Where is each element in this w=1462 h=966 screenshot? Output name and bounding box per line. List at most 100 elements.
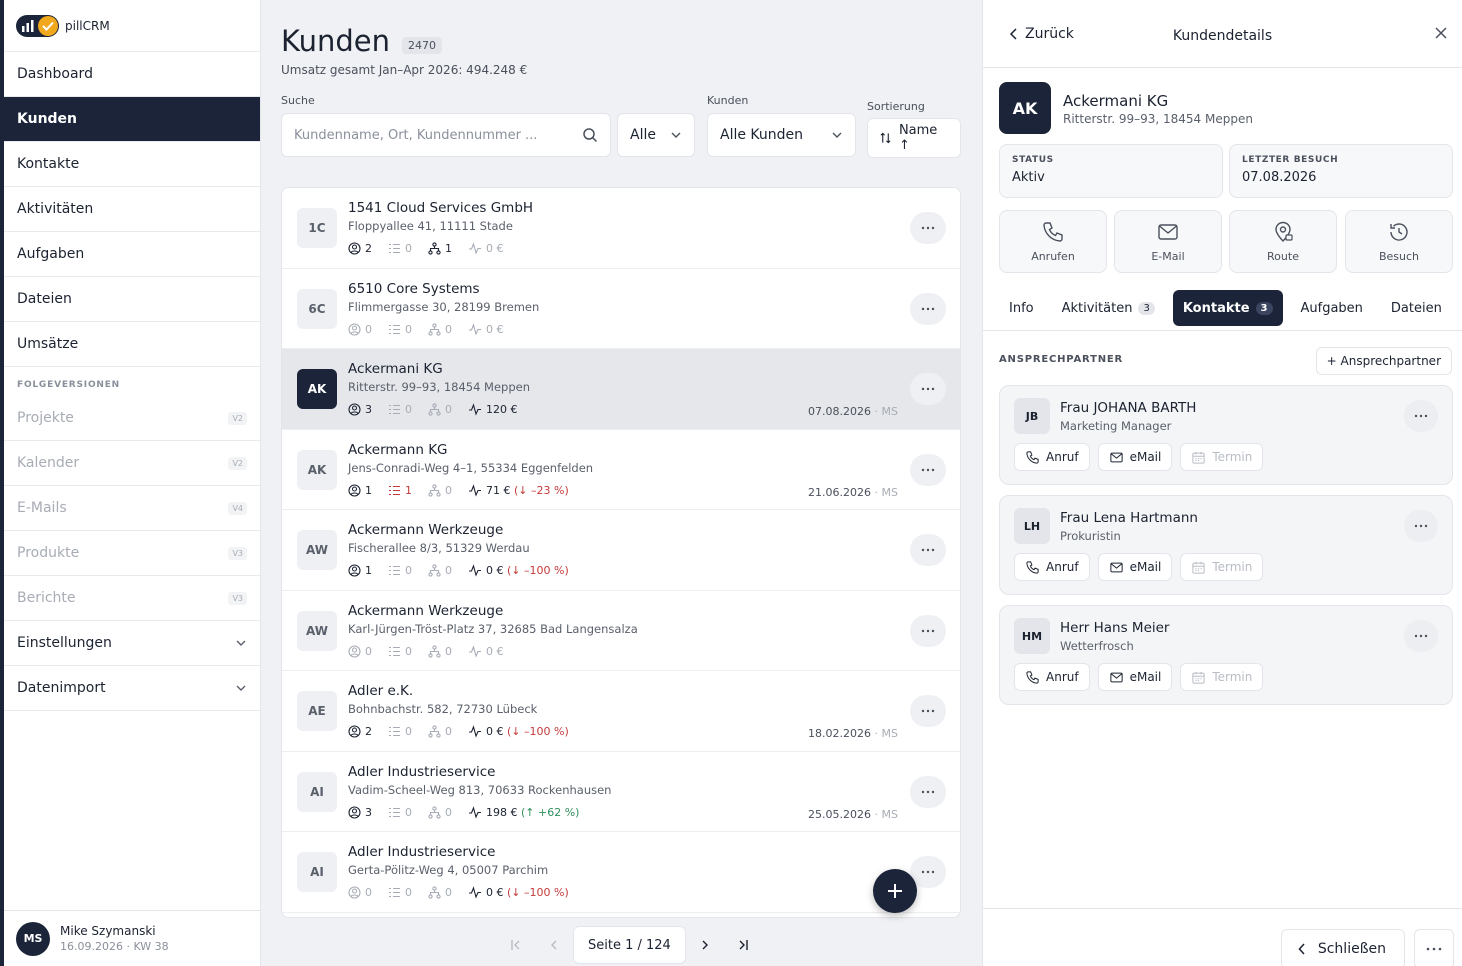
customer-row[interactable]: AI Adler Industrieservice Gerta-Pölitz-W…: [282, 832, 960, 913]
customer-row[interactable]: AW Ackermann Werkzeuge Fischerallee 8/3,…: [282, 510, 960, 591]
revenue-value: 198 €: [486, 805, 518, 819]
nav-item-produkte: Produkte V3: [4, 531, 260, 576]
branches-stat: 0: [428, 564, 452, 577]
search-input[interactable]: [294, 127, 564, 143]
customer-stats: 3 0 0 120 €: [348, 403, 534, 416]
customer-row[interactable]: AE Adler e.K. Bohnbachstr. 582, 72730 Lü…: [282, 671, 960, 752]
contacts-stat: 2: [348, 242, 372, 255]
user-profile[interactable]: MS Mike Szymanski 16.09.2026 · KW 38: [4, 910, 260, 966]
revenue-value: 0 €: [486, 242, 504, 255]
contact-call-button[interactable]: Anruf: [1014, 443, 1090, 471]
prev-page-button[interactable]: [535, 926, 573, 964]
status-box: STATUS Aktiv: [999, 144, 1223, 198]
customer-row[interactable]: AK Ackermann KG Jens-Conradi-Weg 4–1, 55…: [282, 429, 960, 510]
contact-call-button[interactable]: Anruf: [1014, 553, 1090, 581]
nav-item-einstellungen[interactable]: Einstellungen: [4, 621, 260, 666]
row-more-button[interactable]: [910, 212, 946, 244]
row-more-button[interactable]: [910, 453, 946, 486]
revenue-change: (↓ –100 %): [507, 886, 569, 899]
route-action-button[interactable]: Route: [1229, 210, 1337, 273]
stat-value: 0: [405, 805, 412, 819]
nav-item-umsaetze[interactable]: Umsätze: [4, 322, 260, 367]
contacts-icon: [348, 242, 361, 255]
nav-item-aktivitaeten[interactable]: Aktivitäten: [4, 187, 260, 232]
more-icon: [1414, 414, 1428, 418]
customer-row[interactable]: AW Ackermann Werkzeuge Karl-Jürgen-Tröst…: [282, 590, 960, 671]
first-page-button[interactable]: [497, 926, 535, 964]
search-icon[interactable]: [582, 127, 598, 143]
contact-name: Frau JOHANA BARTH: [1060, 400, 1197, 416]
nav-item-dashboard[interactable]: Dashboard: [4, 52, 260, 97]
page-indicator: Seite 1 / 124: [573, 926, 686, 964]
tab-aktivitaeten[interactable]: Aktivitäten 3: [1052, 290, 1165, 326]
visit-action-button[interactable]: Besuch: [1345, 210, 1453, 273]
stat-value: 0: [445, 886, 452, 899]
customer-row[interactable]: 1C 1541 Cloud Services GmbH Floppyallee …: [282, 188, 960, 269]
contact-meeting-button[interactable]: Termin: [1180, 443, 1264, 471]
branches-icon: [428, 886, 441, 899]
nav-item-datenimport[interactable]: Datenimport: [4, 666, 260, 711]
nav-item-kalender: Kalender V2: [4, 441, 260, 486]
close-panel-button[interactable]: [1434, 26, 1448, 40]
tab-info[interactable]: Info: [999, 290, 1044, 326]
stat-value: 0: [365, 886, 372, 899]
row-more-button[interactable]: [910, 614, 946, 647]
last-page-button[interactable]: [724, 926, 762, 964]
row-more-button[interactable]: [910, 292, 946, 325]
add-contact-button[interactable]: + Ansprechpartner: [1315, 347, 1452, 375]
kunden-value: Alle Kunden: [720, 127, 804, 143]
date-value: 21.06.2026: [808, 485, 872, 499]
customer-row[interactable]: 6C 6510 Core Systems Flimmergasse 30, 28…: [282, 268, 960, 349]
button-label: Anruf: [1046, 670, 1079, 684]
phone-icon: [1026, 560, 1039, 574]
contact-avatar: JB: [1014, 398, 1050, 434]
search-field[interactable]: [281, 113, 611, 157]
customer-row[interactable]: AI Adler Industrieservice Vadim-Scheel-W…: [282, 751, 960, 832]
scope-select[interactable]: Alle: [617, 113, 695, 157]
add-customer-button[interactable]: [873, 869, 917, 913]
phone-icon: [1026, 450, 1039, 464]
app-logo[interactable]: pillCRM: [4, 0, 260, 52]
contact-meeting-button[interactable]: Termin: [1180, 553, 1264, 581]
sort-button[interactable]: Name ↑: [867, 118, 961, 158]
nav-item-kunden[interactable]: Kunden: [4, 97, 260, 142]
email-action-button[interactable]: E-Mail: [1114, 210, 1222, 273]
customer-row[interactable]: AK Ackermani KG Ritterstr. 99–93, 18454 …: [282, 349, 960, 430]
branches-icon: [428, 242, 441, 255]
close-button[interactable]: Schließen: [1280, 929, 1405, 966]
revenue-icon: [469, 242, 481, 255]
nav-label: Produkte: [17, 545, 80, 561]
contact-meeting-button[interactable]: Termin: [1180, 663, 1264, 691]
contact-more-button[interactable]: [1404, 400, 1438, 432]
version-badge: V3: [228, 591, 247, 605]
tab-aufgaben[interactable]: Aufgaben: [1291, 290, 1373, 326]
more-icon: [921, 870, 935, 874]
row-more-button[interactable]: [910, 775, 946, 808]
nav-item-dateien[interactable]: Dateien: [4, 277, 260, 322]
kunden-select[interactable]: Alle Kunden: [707, 113, 856, 157]
customer-name: 6510 Core Systems: [348, 280, 480, 297]
nav-item-kontakte[interactable]: Kontakte: [4, 142, 260, 187]
call-action-button[interactable]: Anrufen: [999, 210, 1107, 273]
nav-item-aufgaben[interactable]: Aufgaben: [4, 232, 260, 277]
contacts-icon: [348, 725, 361, 738]
contact-mail-button[interactable]: eMail: [1097, 553, 1173, 581]
row-more-button[interactable]: [910, 373, 946, 405]
next-page-button[interactable]: [686, 926, 724, 964]
calendar-icon: [1192, 451, 1205, 464]
chevron-left-icon: [1298, 943, 1305, 955]
customer-list-area: Kunden 2470 Umsatz gesamt Jan–Apr 2026: …: [261, 0, 982, 966]
contact-call-button[interactable]: Anruf: [1014, 663, 1090, 691]
tab-kontakte[interactable]: Kontakte 3: [1172, 290, 1283, 326]
tasks-icon: [389, 324, 400, 334]
contact-more-button[interactable]: [1404, 620, 1438, 652]
tab-dateien[interactable]: Dateien: [1381, 290, 1452, 326]
contact-more-button[interactable]: [1404, 510, 1438, 542]
customer-count-badge: 2470: [401, 36, 442, 54]
row-more-button[interactable]: [910, 695, 946, 727]
row-more-button[interactable]: [910, 534, 946, 566]
customer-address: Floppyallee 41, 11111 Stade: [348, 219, 513, 233]
contact-mail-button[interactable]: eMail: [1097, 663, 1173, 691]
more-options-button[interactable]: [1414, 929, 1454, 966]
contact-mail-button[interactable]: eMail: [1097, 443, 1173, 471]
